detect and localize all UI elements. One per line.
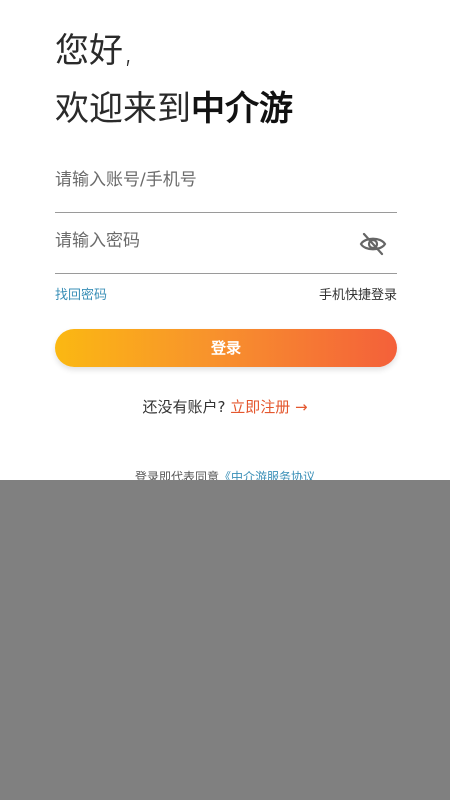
greeting-welcome-text: 欢迎来到 <box>55 89 191 129</box>
brand-name: 中介游 <box>191 89 293 129</box>
greeting-line2: 欢迎来到中介游 <box>55 86 293 132</box>
register-prompt: 还没有账户? <box>142 398 226 416</box>
eye-off-icon[interactable] <box>359 231 387 257</box>
login-button[interactable]: 登录 <box>55 329 397 367</box>
auth-links-row: 找回密码 手机快捷登录 <box>55 284 397 304</box>
account-field <box>55 152 397 213</box>
greeting-line1: 您好, <box>55 31 134 71</box>
password-input[interactable] <box>55 227 345 255</box>
forgot-password-link[interactable]: 找回密码 <box>55 284 107 303</box>
account-input[interactable] <box>55 166 345 194</box>
register-link[interactable]: 立即注册 → <box>230 398 307 416</box>
gray-overlay <box>0 480 450 800</box>
greeting-heading: 您好, 欢迎来到中介游 <box>55 28 293 132</box>
sms-login-link[interactable]: 手机快捷登录 <box>319 284 397 303</box>
register-row: 还没有账户? 立即注册 → <box>0 396 450 417</box>
password-field <box>55 213 397 274</box>
